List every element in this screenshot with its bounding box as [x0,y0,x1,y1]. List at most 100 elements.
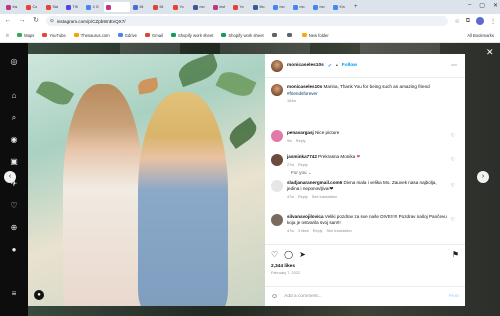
bookmark-label: Shopify work sheet [228,32,264,38]
back-icon[interactable]: ← [4,17,12,25]
address-bar[interactable]: ⊙ instagram.com/p/CZpb9mEvQX7/ [46,16,449,26]
post-photo: ● [28,54,265,306]
profile-icon[interactable]: ● [9,245,19,255]
extensions-icon[interactable]: ⧉ [466,18,470,25]
browser-tab[interactable]: mo [271,2,290,12]
reload-icon[interactable]: ↻ [32,17,40,25]
minimize-icon[interactable]: – [468,2,471,9]
bookmark-item[interactable] [271,32,279,38]
browser-tab[interactable]: X G [84,2,103,12]
home-icon[interactable]: ⌂ [9,91,19,101]
create-icon[interactable]: ⊕ [9,223,19,233]
search-icon[interactable]: ⌕ [9,113,19,123]
browser-tab[interactable]: Ins [4,2,23,12]
tagged-user-icon[interactable]: ● [34,290,44,300]
author-avatar[interactable] [271,59,283,72]
bookmark-item[interactable]: YouTube [42,33,66,38]
see-translation-button[interactable]: See translation [312,194,337,200]
comment-like-icon[interactable]: ♡ [451,183,455,189]
bookmark-item[interactable]: Thesaurus.com [73,33,110,38]
see-translation-button[interactable]: See translation [326,228,351,234]
tab-label: Mi [139,5,144,9]
new-tab-icon[interactable]: + [354,4,358,10]
commenter-avatar[interactable] [271,130,283,142]
browser-tab[interactable]: Sat [44,2,63,12]
browser-tab[interactable]: Mi [131,2,150,12]
window-controls: – ▢ ✕ [468,2,498,9]
browser-tab[interactable]: inst [211,2,230,12]
explore-icon[interactable]: ◉ [9,135,19,145]
site-info-icon[interactable]: ⊙ [50,18,54,24]
more-menu-icon[interactable]: ≡ [9,289,19,299]
comment-input[interactable] [284,294,443,299]
comment-icon[interactable]: ◯ [284,250,293,259]
bookmark-favicon-icon [271,32,277,38]
author-username[interactable]: monicaseles10s [287,63,324,68]
browser-tab[interactable]: mo [291,2,310,12]
like-icon[interactable]: ♡ [271,250,278,259]
commenter-username[interactable]: penavargasj [287,130,314,135]
next-post-arrow-icon[interactable]: › [477,171,489,183]
forward-icon[interactable]: → [18,17,26,25]
browser-tab[interactable]: Kin [331,2,350,12]
bookmark-item[interactable]: Shopify work sheet [221,32,264,38]
maximize-icon[interactable]: ▢ [479,2,485,9]
comment-like-icon[interactable]: ♡ [451,133,455,139]
bookmark-item[interactable]: Shopify work sheet [170,33,213,38]
browser-tab[interactable]: Co [24,2,43,12]
comment-like-icon[interactable]: ♡ [451,157,455,163]
caption-hashtag[interactable]: #friendsforever [287,91,318,96]
post-comment-button[interactable]: Post [449,294,459,299]
profile-avatar[interactable] [476,17,484,25]
emoji-icon[interactable]: ☺ [271,293,278,300]
reply-button[interactable]: Reply [298,194,308,200]
bookmark-item[interactable]: Gdrive [117,33,137,38]
caption-avatar[interactable] [271,84,283,96]
caption-username[interactable]: monicaseles10s [287,84,322,89]
reply-button[interactable]: Reply [313,228,323,234]
more-options-icon[interactable]: ⋯ [451,62,457,69]
instagram-logo-icon[interactable]: ◎ [9,57,19,67]
reels-icon[interactable]: ▣ [9,157,19,167]
browser-tab[interactable]: Yo [171,2,190,12]
tab-favicon-icon [66,4,71,10]
bookmark-item[interactable]: New folder [301,33,329,38]
close-modal-icon[interactable]: ✕ [486,47,494,58]
save-icon[interactable]: ⚑ [452,250,459,259]
tab-favicon-icon [6,4,11,10]
comment-like-icon[interactable]: ♡ [451,217,455,223]
share-icon[interactable]: ➤ [299,250,306,259]
browser-tab[interactable]: mo [191,2,210,12]
bookmark-item[interactable]: Gmail [145,33,163,38]
browser-tab[interactable] [104,2,130,12]
bookmark-item[interactable] [286,32,294,38]
commenter-avatar[interactable] [271,180,283,192]
follow-button[interactable]: Follow [342,63,357,68]
previous-post-arrow-icon[interactable]: ‹ [4,171,16,183]
comment-likes[interactable]: 3 likes [298,228,309,234]
reply-button[interactable]: Reply [298,162,308,168]
tab-favicon-icon [133,4,138,10]
comment-item: penavargasj Nice picture 9w Reply ♡ [271,130,461,144]
apps-grid-icon[interactable]: ⠿ [6,33,9,38]
for-you-dropdown[interactable]: For you ⌄ [291,170,312,176]
bookmark-item[interactable]: Maps [17,33,34,38]
bookmark-star-icon[interactable]: ☆ [454,18,459,25]
commenter-username[interactable]: sladjanaranergmail.com6 [287,180,342,185]
browser-tab[interactable]: Mi [151,2,170,12]
commenter-avatar[interactable] [271,154,283,166]
all-bookmarks-button[interactable]: All Bookmarks [467,33,494,38]
browser-tab[interactable]: Mo [251,2,270,12]
likes-count[interactable]: 2,344 likes [271,264,459,269]
post-caption: monicaseles10s Marina, Thank You for bei… [271,84,459,103]
browser-tab[interactable]: mo [311,2,330,12]
commenter-username[interactable]: jasminka7742 [287,154,317,159]
browser-tab[interactable]: TIK [64,2,83,12]
close-window-icon[interactable]: ✕ [493,2,498,9]
browser-tab[interactable]: Yo [231,2,250,12]
commenter-avatar[interactable] [271,214,283,226]
notifications-icon[interactable]: ♡ [9,201,19,211]
commenter-username[interactable]: silvanavojilovica [287,214,324,219]
reply-button[interactable]: Reply [296,138,306,144]
menu-icon[interactable]: ⋮ [490,18,496,25]
